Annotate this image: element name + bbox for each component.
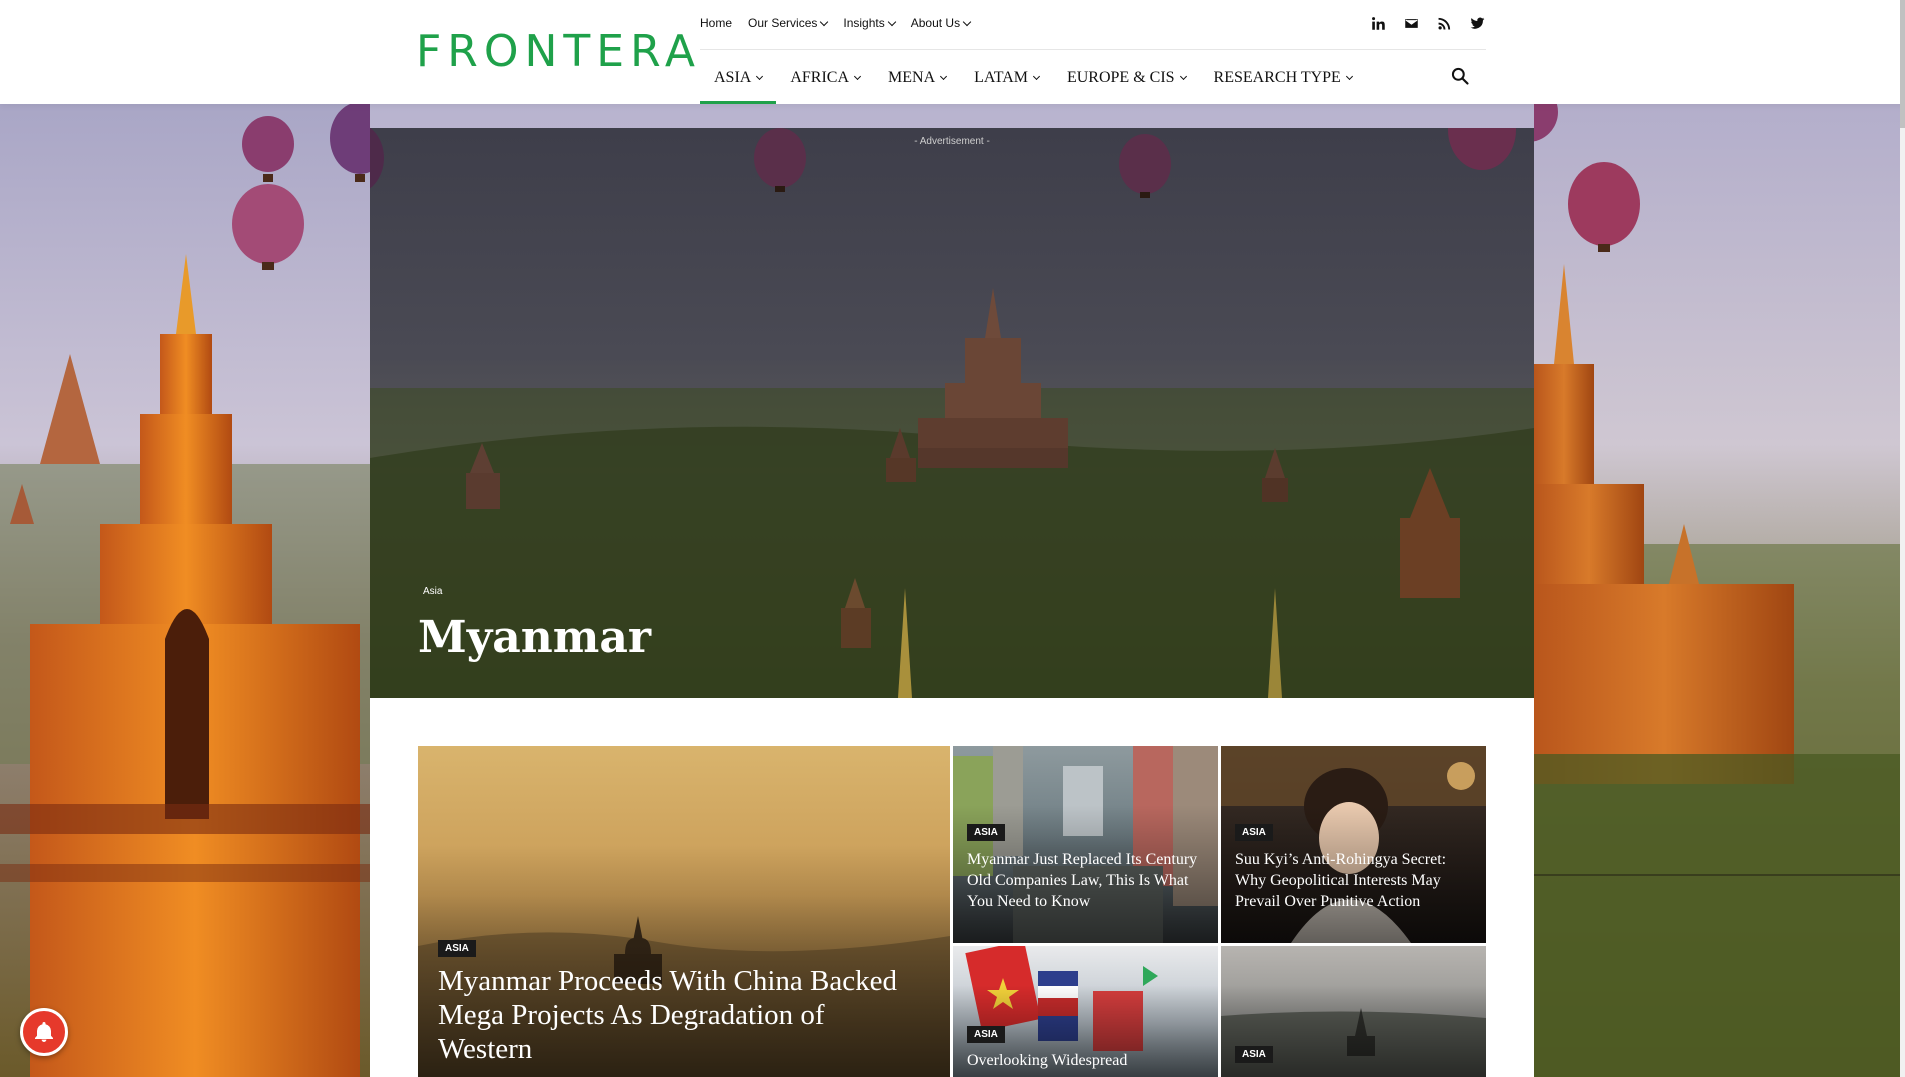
main-nav: ASIA AFRICA MENA LATAM EUROPE & CIS RESE… [700,52,1366,104]
top-menu-our-services[interactable]: Our Services [748,16,829,30]
nav-asia[interactable]: ASIA [700,52,777,104]
article-card[interactable]: ASIA [1221,946,1486,1077]
scrollbar-thumb[interactable] [1900,0,1905,128]
nav-mena[interactable]: MENA [874,52,960,104]
top-menu-label: Home [700,16,733,30]
site-logo[interactable]: FRONTERA [416,26,701,77]
article-title[interactable]: Myanmar Just Replaced Its Century Old Co… [967,849,1207,912]
top-menu-label: Insights [843,16,885,30]
article-card[interactable]: ASIA Suu Kyi’s Anti-Rohingya Secret: Why… [1221,746,1486,943]
nav-label: EUROPE & CIS [1066,69,1175,86]
article-card-featured[interactable]: ASIA Myanmar Proceeds With China Backed … [418,746,950,1077]
article-title[interactable]: Overlooking Widespread [967,1050,1207,1071]
nav-label: LATAM [974,69,1028,86]
nav-research-type[interactable]: RESEARCH TYPE [1200,52,1366,104]
top-menu-label: About Us [910,16,961,30]
page-title: Myanmar [418,612,652,663]
article-card[interactable]: ASIA Myanmar Just Replaced Its Century O… [953,746,1218,943]
linkedin-icon[interactable] [1371,16,1386,31]
category-badge[interactable]: ASIA [438,940,476,957]
category-badge[interactable]: ASIA [1235,1046,1273,1063]
image-overlay [1221,985,1486,1077]
site-header: FRONTERA Home Our Services Insights Abou… [0,0,1905,104]
category-badge[interactable]: ASIA [967,824,1005,841]
temple-illustration-right [1534,104,1905,1077]
top-menu-home[interactable]: Home [700,16,732,30]
advertisement-label: - Advertisement - [914,136,990,147]
nav-label: AFRICA [790,69,850,86]
notification-bell-button[interactable] [20,1008,68,1056]
top-menu-label: Our Services [748,16,818,30]
chevron-down-icon [1345,72,1353,81]
chevron-down-icon [887,17,896,26]
article-title[interactable]: Myanmar Proceeds With China Backed Mega … [438,964,908,1066]
nav-latam[interactable]: LATAM [960,52,1053,104]
chevron-down-icon [756,72,764,81]
page-scrollbar[interactable] [1900,0,1905,1077]
category-hero: - Advertisement - Asia Myanmar [370,128,1534,698]
category-badge[interactable]: ASIA [1235,824,1273,841]
chevron-down-icon [940,72,948,81]
bell-icon [35,1022,53,1042]
top-menu: Home Our Services Insights About Us [700,16,972,30]
article-grid: ASIA Myanmar Proceeds With China Backed … [370,698,1534,1077]
rss-icon[interactable] [1437,16,1452,31]
nav-africa[interactable]: AFRICA [776,52,874,104]
chevron-down-icon [962,17,972,26]
temple-illustration-left [0,104,370,1077]
article-title[interactable]: Suu Kyi’s Anti-Rohingya Secret: Why Geop… [1235,849,1475,912]
social-links [1371,16,1485,31]
chevron-down-icon [853,72,862,81]
top-menu-about-us[interactable]: About Us [910,16,972,30]
category-badge[interactable]: ASIA [967,1026,1005,1043]
chevron-down-icon [820,17,829,26]
chevron-down-icon [1032,72,1041,81]
chevron-down-icon [1179,72,1187,81]
top-menu-insights[interactable]: Insights [843,16,896,30]
twitter-icon[interactable] [1470,16,1485,31]
mail-icon[interactable] [1404,16,1419,31]
nav-label: RESEARCH TYPE [1213,69,1341,86]
nav-europe-cis[interactable]: EUROPE & CIS [1053,52,1200,104]
search-icon[interactable] [1450,66,1474,90]
breadcrumb[interactable]: Asia [423,586,442,597]
header-divider [700,49,1486,50]
nav-label: MENA [888,69,936,86]
article-card[interactable]: ASIA Overlooking Widespread [953,946,1218,1077]
nav-label: ASIA [714,69,752,86]
